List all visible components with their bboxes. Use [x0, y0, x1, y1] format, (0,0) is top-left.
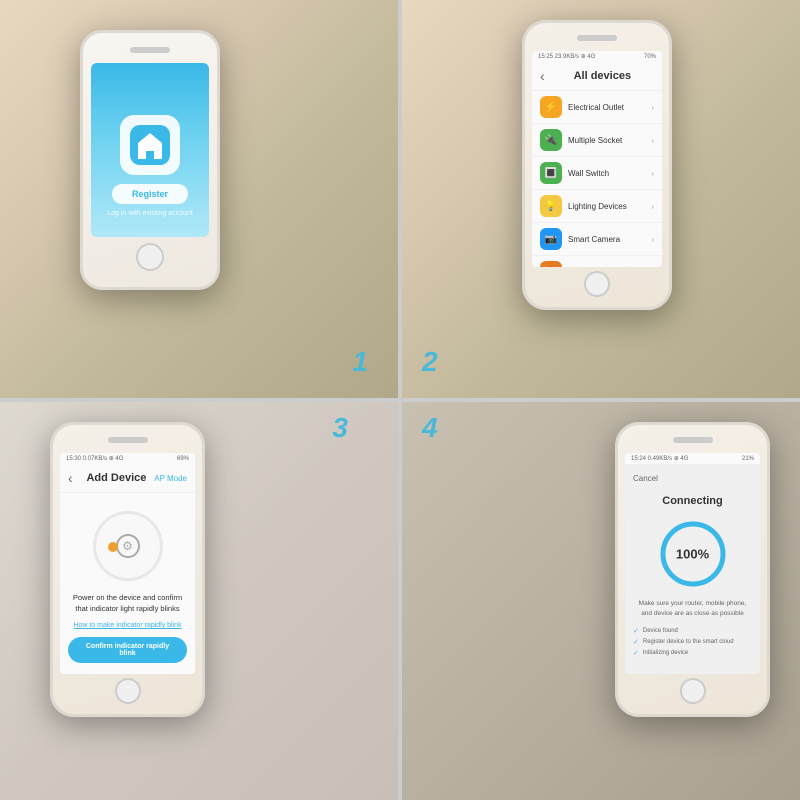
status-item-found: Device found	[633, 627, 752, 635]
device-icon-switch: 🔳	[540, 162, 562, 184]
home-button-4[interactable]	[680, 678, 706, 704]
time-3: 15:30 0.07KB/s ⊕ 4G	[66, 455, 123, 462]
phone-wrapper-4: 15:24 0.49KB/s ⊕ 4G 21% Cancel Connectin…	[402, 402, 800, 800]
step-badge-1: 1	[352, 346, 368, 378]
app-logo	[120, 115, 180, 175]
phone-4: 15:24 0.49KB/s ⊕ 4G 21% Cancel Connectin…	[615, 422, 770, 717]
time-2: 15:25 23.9KB/s ⊕ 4G	[538, 53, 595, 60]
connecting-note: Make sure your router, mobile phone, and…	[633, 599, 752, 619]
cell-step-4: 15:24 0.49KB/s ⊕ 4G 21% Cancel Connectin…	[402, 402, 800, 800]
list-item[interactable]: 📷 Smart Camera ›	[532, 223, 662, 256]
phone-wrapper-1: Register Log in with existing account	[0, 0, 398, 398]
battery-3: 69%	[177, 456, 189, 462]
progress-label: 100%	[676, 547, 709, 562]
cancel-button[interactable]: Cancel	[633, 474, 658, 483]
phone-notch-2	[577, 35, 617, 41]
status-bar-3: 15:30 0.07KB/s ⊕ 4G 69%	[60, 453, 195, 464]
device-name-switch: Wall Switch	[568, 169, 651, 178]
device-name-light: Lighting Devices	[568, 202, 651, 211]
ap-mode-label: AP Mode	[154, 474, 187, 483]
connecting-title: Connecting	[662, 495, 723, 507]
list-item[interactable]: ⚡ Electrical Outlet ›	[532, 91, 662, 124]
device-arrow: ›	[651, 169, 654, 178]
screen-all-devices: 15:25 23.9KB/s ⊕ 4G 70% ‹ All devices ⚡ …	[532, 51, 662, 267]
device-arrow: ›	[651, 235, 654, 244]
list-item[interactable]: 🔥 Oil Heater ›	[532, 256, 662, 267]
cell-step-2: 15:25 23.9KB/s ⊕ 4G 70% ‹ All devices ⚡ …	[402, 0, 800, 398]
device-circle: ⚙	[93, 511, 163, 581]
cell-step-1: Register Log in with existing account 1	[0, 0, 398, 398]
back-arrow-3[interactable]: ‹	[68, 470, 73, 486]
phone-1: Register Log in with existing account	[80, 30, 220, 290]
phone-wrapper-3: 15:30 0.07KB/s ⊕ 4G 69% ‹ Add Device AP …	[0, 402, 398, 800]
status-bar-4: 15:24 0.49KB/s ⊕ 4G 21%	[625, 453, 760, 464]
back-arrow-2[interactable]: ‹	[540, 68, 545, 84]
home-button-3[interactable]	[115, 678, 141, 704]
device-name-socket: Multiple Socket	[568, 136, 651, 145]
devices-title: All devices	[551, 70, 654, 82]
list-item[interactable]: 🔌 Multiple Socket ›	[532, 124, 662, 157]
phone-notch-4	[673, 437, 713, 443]
confirm-button[interactable]: Confirm indicator rapidly blink	[68, 637, 187, 663]
device-icon-heater: 🔥	[540, 261, 562, 267]
screen-add-device: 15:30 0.07KB/s ⊕ 4G 69% ‹ Add Device AP …	[60, 453, 195, 674]
device-arrow: ›	[651, 202, 654, 211]
progress-circle: 100%	[658, 519, 728, 589]
devices-header: ‹ All devices	[532, 62, 662, 91]
device-arrow: ›	[651, 136, 654, 145]
register-button[interactable]: Register	[112, 184, 188, 204]
blink-link[interactable]: How to make indicator rapidly blink	[73, 622, 181, 629]
phone-2: 15:25 23.9KB/s ⊕ 4G 70% ‹ All devices ⚡ …	[522, 20, 672, 310]
login-text: Log in with existing account	[107, 210, 193, 217]
connecting-content: Cancel Connecting 100% Make sure your ro…	[625, 464, 760, 670]
home-logo-svg	[130, 125, 170, 165]
battery-4: 21%	[742, 456, 754, 462]
screen-register: Register Log in with existing account	[91, 63, 209, 237]
phone-notch-1	[130, 47, 170, 53]
device-name-outlet: Electrical Outlet	[568, 103, 651, 112]
phone-3: 15:30 0.07KB/s ⊕ 4G 69% ‹ Add Device AP …	[50, 422, 205, 717]
device-icon-light: 💡	[540, 195, 562, 217]
home-button-1[interactable]	[136, 243, 164, 271]
main-grid: Register Log in with existing account 1 …	[0, 0, 800, 800]
instruction-text: Power on the device and confirm that ind…	[68, 593, 187, 614]
indicator-dot	[108, 542, 118, 552]
battery-2: 70%	[644, 54, 656, 60]
step-badge-2: 2	[422, 346, 438, 378]
status-item-init: Initializing device	[633, 649, 752, 657]
device-arrow: ›	[651, 103, 654, 112]
status-bar-2: 15:25 23.9KB/s ⊕ 4G 70%	[532, 51, 662, 62]
phone-wrapper-2: 15:25 23.9KB/s ⊕ 4G 70% ‹ All devices ⚡ …	[402, 0, 800, 398]
add-device-title: Add Device	[79, 472, 155, 484]
list-item[interactable]: 💡 Lighting Devices ›	[532, 190, 662, 223]
step-badge-3: 3	[332, 412, 348, 444]
device-icon-camera: 📷	[540, 228, 562, 250]
home-button-2[interactable]	[584, 271, 610, 297]
screen-connecting: 15:24 0.49KB/s ⊕ 4G 21% Cancel Connectin…	[625, 453, 760, 674]
device-icon-outlet: ⚡	[540, 96, 562, 118]
cell-step-3: 15:30 0.07KB/s ⊕ 4G 69% ‹ Add Device AP …	[0, 402, 398, 800]
step-badge-4: 4	[422, 412, 438, 444]
add-device-header: ‹ Add Device AP Mode	[60, 464, 195, 493]
add-device-content: ⚙ Power on the device and confirm that i…	[60, 493, 195, 673]
settings-icon: ⚙	[116, 534, 140, 558]
device-name-camera: Smart Camera	[568, 235, 651, 244]
time-4: 15:24 0.49KB/s ⊕ 4G	[631, 455, 688, 462]
status-item-register: Register device to the smart cloud	[633, 638, 752, 646]
list-item[interactable]: 🔳 Wall Switch ›	[532, 157, 662, 190]
phone-notch-3	[108, 437, 148, 443]
device-icon-socket: 🔌	[540, 129, 562, 151]
